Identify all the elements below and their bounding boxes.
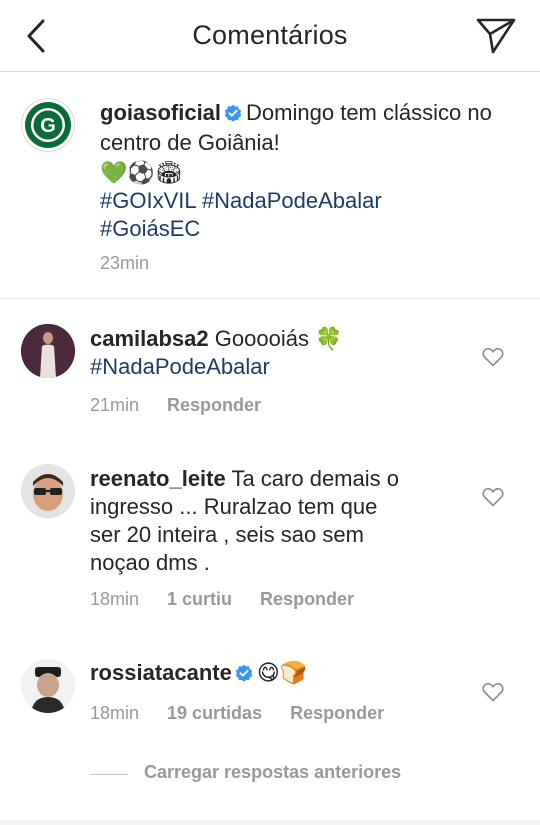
caption-text: goiasoficial Domingo tem clássico no cent…: [100, 99, 520, 243]
comment-body-line3: ser 20 inteira , seis sao sem: [90, 522, 364, 547]
comment-body-line1: Ta caro demais o: [231, 466, 399, 491]
comment-body: 😋🍞: [256, 660, 308, 685]
likes-count[interactable]: 19 curtidas: [167, 703, 262, 724]
caption-meta: 23min: [100, 253, 149, 274]
post-caption: G goiasoficial Domingo tem clássico no ce…: [0, 73, 540, 299]
heart-icon: [482, 347, 504, 367]
like-button[interactable]: [482, 347, 504, 367]
comment-text: camilabsa2 Gooooiás 🍀 #NadaPodeAbalar: [90, 325, 480, 381]
page-title: Comentários: [192, 20, 348, 50]
comment-meta: 18min 19 curtidas Responder: [90, 703, 384, 724]
goias-logo-icon: G: [25, 102, 71, 148]
bottom-divider: [0, 820, 540, 825]
like-button[interactable]: [482, 682, 504, 702]
comment-hashtag[interactable]: #NadaPodeAbalar: [90, 353, 480, 381]
caption-hashtag-goiasec[interactable]: #GoiásEC: [100, 215, 520, 243]
share-button[interactable]: [474, 14, 518, 58]
heart-icon: [482, 487, 504, 507]
avatar[interactable]: G: [21, 98, 75, 152]
profile-photo-icon: [21, 659, 75, 713]
chevron-left-icon: [27, 19, 45, 53]
verified-badge-icon: [235, 661, 253, 689]
profile-photo-icon: [21, 464, 75, 518]
comment-meta: 21min Responder: [90, 395, 261, 416]
comment-body-line4: noçao dms .: [90, 550, 210, 575]
comment-text: rossiatacante 😋🍞: [90, 659, 490, 689]
comment-username[interactable]: camilabsa2: [90, 326, 209, 351]
paper-plane-icon: [476, 18, 516, 54]
caption-emojis: 💚⚽🏟: [100, 160, 183, 185]
comment-username[interactable]: reenato_leite: [90, 466, 226, 491]
profile-photo-icon: [21, 324, 75, 378]
comment-time: 18min: [90, 589, 140, 609]
load-previous-replies[interactable]: Carregar respostas anteriores: [0, 756, 540, 792]
reply-button[interactable]: Responder: [260, 589, 354, 610]
comment-item: camilabsa2 Gooooiás 🍀 #NadaPodeAbalar 21…: [0, 300, 540, 430]
caption-hashtags[interactable]: #GOIxVIL #NadaPodeAbalar: [100, 187, 520, 215]
comment-time: 18min: [90, 703, 140, 723]
avatar[interactable]: [21, 464, 75, 518]
comment-meta: 18min 1 curtiu Responder: [90, 589, 354, 610]
comment-username[interactable]: rossiatacante: [90, 660, 232, 685]
avatar[interactable]: [21, 324, 75, 378]
comment-time: 21min: [90, 395, 140, 415]
reply-button[interactable]: Responder: [290, 703, 384, 724]
caption-time: 23min: [100, 253, 150, 273]
top-bar: Comentários: [0, 0, 540, 72]
like-button[interactable]: [482, 487, 504, 507]
comment-body: Gooooiás 🍀: [214, 326, 343, 351]
likes-count[interactable]: 1 curtiu: [167, 589, 232, 610]
comment-item: reenato_leite Ta caro demais o ingresso …: [0, 440, 540, 630]
divider: [90, 774, 128, 775]
back-button[interactable]: [18, 16, 54, 56]
load-previous-replies-label: Carregar respostas anteriores: [144, 762, 402, 782]
avatar[interactable]: [21, 659, 75, 713]
reply-button[interactable]: Responder: [167, 395, 261, 416]
heart-icon: [482, 682, 504, 702]
comment-item: rossiatacante 😋🍞 18min 19 curtidas Respon…: [0, 635, 540, 745]
verified-badge-icon: [224, 101, 242, 129]
comment-body-line2: ingresso ... Ruralzao tem que: [90, 494, 378, 519]
caption-username[interactable]: goiasoficial: [100, 100, 221, 125]
svg-text:G: G: [40, 115, 56, 137]
comment-text: reenato_leite Ta caro demais o ingresso …: [90, 465, 490, 577]
